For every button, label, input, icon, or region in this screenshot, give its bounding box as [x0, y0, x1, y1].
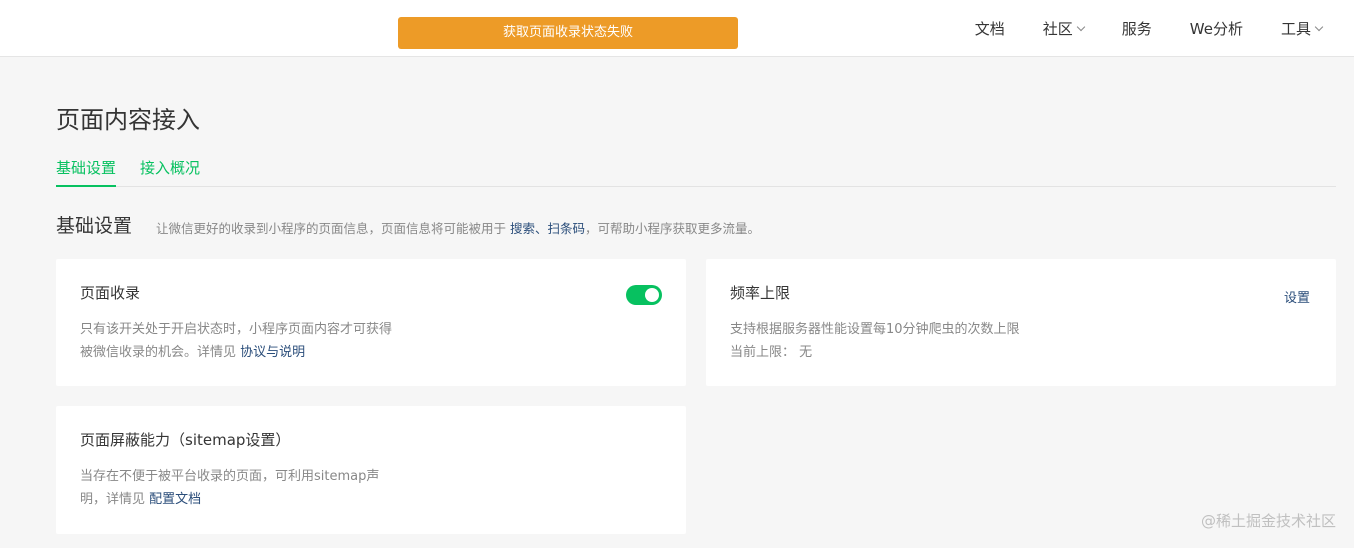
card-text: 只有该开关处于开启状态时，小程序页面内容才可获得 被微信收录的机会。详情见 协议… — [80, 322, 393, 360]
section-title: 基础设置 — [56, 215, 133, 237]
card-title: 页面屏蔽能力（sitemap设置） — [80, 431, 291, 449]
toggle-knob — [645, 288, 659, 302]
nav-item-services[interactable]: 服务 — [1122, 18, 1152, 39]
card-title: 频率上限 — [730, 284, 791, 302]
card-page-indexing: 页面收录 只有该开关处于开启状态时，小程序页面内容才可获得 被微信收录的机会。详… — [56, 259, 686, 386]
tab-basic-settings[interactable]: 基础设置 — [56, 157, 117, 187]
nav-item-docs[interactable]: 文档 — [975, 18, 1005, 39]
card-text: 支持根据服务器性能设置每10分钟爬虫的次数上限 当前上限： 无 — [730, 322, 1020, 360]
rate-limit-settings-link[interactable]: 设置 — [1284, 287, 1310, 306]
card-sitemap: 页面屏蔽能力（sitemap设置） 当存在不便于被平台收录的页面，可利用site… — [56, 406, 686, 534]
top-nav: 文档 社区 服务 We分析 工具 — [937, 0, 1324, 57]
card-text: 当存在不便于被平台收录的页面，可利用sitemap声 明，详情见 配置文档 — [80, 469, 380, 507]
chevron-down-icon — [1076, 22, 1086, 31]
indexing-toggle[interactable] — [626, 285, 662, 305]
agreement-link[interactable]: 协议与说明 — [240, 345, 305, 360]
nav-item-we-analytics[interactable]: We分析 — [1190, 18, 1243, 39]
current-limit-value: 无 — [799, 345, 813, 360]
tab-bar: 基础设置 接入概况 — [56, 157, 1336, 187]
config-docs-link[interactable]: 配置文档 — [149, 492, 201, 507]
section-description: 让微信更好的收录到小程序的页面信息，页面信息将可能被用于 搜索、扫条码，可帮助小… — [156, 221, 761, 236]
error-alert-banner: 获取页面收录状态失败 — [398, 17, 738, 49]
page-title: 页面内容接入 — [56, 106, 200, 134]
watermark: @稀土掘金技术社区 — [1200, 512, 1336, 530]
nav-item-tools[interactable]: 工具 — [1281, 18, 1324, 39]
top-bar: 获取页面收录状态失败 文档 社区 服务 We分析 工具 — [0, 0, 1354, 57]
card-title: 页面收录 — [80, 284, 141, 302]
chevron-down-icon — [1314, 22, 1324, 31]
search-scan-link[interactable]: 搜索、扫条码 — [510, 221, 585, 236]
card-rate-limit: 频率上限 设置 支持根据服务器性能设置每10分钟爬虫的次数上限 当前上限： 无 — [706, 259, 1336, 386]
tab-access-overview[interactable]: 接入概况 — [140, 157, 200, 187]
nav-item-community[interactable]: 社区 — [1043, 18, 1086, 39]
